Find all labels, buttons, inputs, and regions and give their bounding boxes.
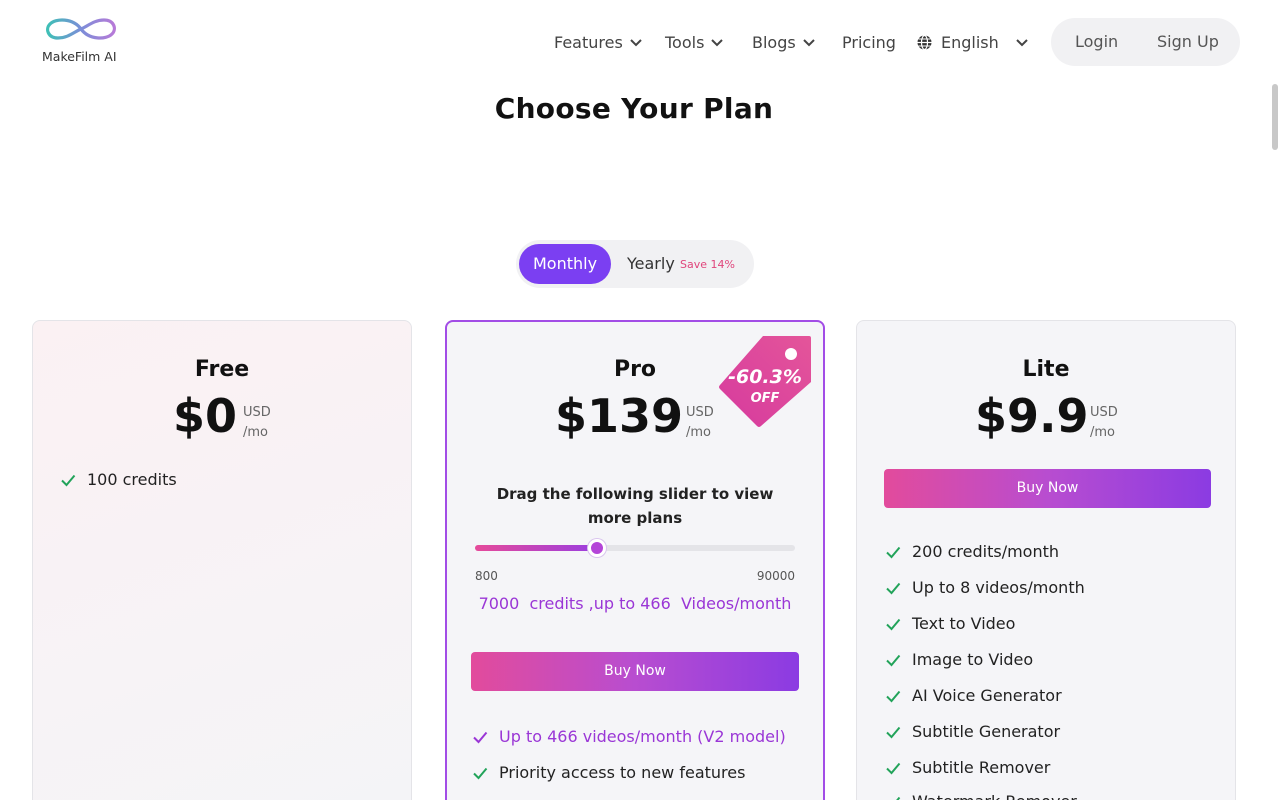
plan-card-pro: Pro $139 USD /mo -60.3% OFF Drag the fol… [445,320,825,800]
slider-min-label: 800 [475,569,498,583]
check-icon [886,690,901,702]
nav-tools[interactable]: Tools [665,30,724,54]
slider-summary: 7000 credits ,up to 466 Videos/month [478,594,792,613]
plan-price: $139 [555,389,684,443]
feature-text: Priority access to new features [499,763,746,782]
price-unit: USD /mo [243,403,271,443]
language-selector[interactable]: English [916,30,1029,54]
price-period: /mo [1090,425,1115,440]
discount-tag: -60.3% OFF [717,334,813,430]
slider-fill [475,545,597,551]
slider-max-label: 90000 [756,569,795,583]
price-block: $9.9 USD /mo [857,389,1235,449]
price-currency: USD [686,405,714,420]
auth-group: Login Sign Up [1051,18,1240,66]
price-currency: USD [1090,405,1118,420]
nav-pricing-label: Pricing [842,32,896,52]
price-period: /mo [686,425,711,440]
feature-item: Subtitle Remover [884,758,1050,777]
feature-item: Watermark Remover [884,792,1077,800]
check-icon [886,762,901,774]
page-scrollbar[interactable] [1272,84,1278,150]
plan-card-lite: Lite $9.9 USD /mo Buy Now 200 credits/mo… [856,320,1236,800]
check-icon [61,474,76,486]
discount-percent: -60.3% [728,366,802,388]
credits-slider[interactable] [475,539,795,557]
check-icon [886,726,901,738]
check-icon [886,654,901,666]
check-icon [886,582,901,594]
slider-title: Drag the following slider to view more p… [496,485,774,527]
feature-item: 100 credits [59,470,177,489]
plan-name: Free [194,357,250,382]
price-unit: USD /mo [686,403,714,443]
chevron-down-icon [1016,39,1028,47]
chevron-down-icon [711,39,724,47]
check-icon [886,546,901,558]
monthly-option[interactable]: Monthly [519,244,611,284]
logo-text: MakeFilm AI [42,49,117,64]
check-icon [895,796,901,800]
feature-text: AI Voice Generator [912,686,1062,705]
chevron-down-icon [630,39,642,47]
nav-blogs-label: Blogs [752,32,796,52]
slider-thumb[interactable] [587,539,606,557]
feature-item: AI Voice Generator [884,686,1062,705]
discount-off: OFF [750,391,780,406]
billing-toggle: Monthly Yearly Save 14% [516,240,754,288]
check-icon [886,618,901,630]
lite-buy-now-button[interactable]: Buy Now [884,469,1211,508]
feature-text: Text to Video [912,614,1016,633]
chevron-down-icon [802,39,815,47]
feature-item: Priority access to new features [471,763,745,782]
yearly-option[interactable]: Yearly [627,254,675,273]
infinity-logo-icon [46,18,116,40]
feature-text: 200 credits/month [912,542,1060,561]
login-button[interactable]: Login [1075,32,1118,51]
feature-item: Text to Video [884,614,1015,633]
price-block: $0 USD /mo [33,389,411,449]
plan-name: Lite [1022,357,1070,382]
feature-item: Image to Video [884,650,1033,669]
price-period: /mo [243,425,268,440]
logo[interactable]: MakeFilm AI [38,14,122,68]
feature-text: Image to Video [912,650,1034,669]
site-header: MakeFilm AI Features Tools Blogs Pricing [0,0,1280,84]
yearly-save-badge: Save 14% [680,258,735,271]
nav-features[interactable]: Features [554,30,643,54]
globe-icon [917,34,932,50]
nav-pricing[interactable]: Pricing [842,30,896,54]
feature-item: Up to 8 videos/month [884,578,1085,597]
nav-features-label: Features [554,32,623,52]
feature-item: Subtitle Generator [884,722,1060,741]
price-unit: USD /mo [1090,403,1118,443]
plan-price: $9.9 [975,389,1089,443]
price-currency: USD [243,405,271,420]
feature-text: Up to 8 videos/month [912,578,1085,597]
check-icon [473,767,488,779]
language-label: English [941,32,999,52]
plan-price: $0 [173,389,238,443]
pro-buy-now-button[interactable]: Buy Now [471,652,799,691]
feature-text: 100 credits [87,470,177,489]
signup-button[interactable]: Sign Up [1157,32,1219,51]
plan-card-free: Free $0 USD /mo 100 credits [32,320,412,800]
feature-text: Watermark Remover [912,792,1077,800]
nav-blogs[interactable]: Blogs [752,30,816,54]
feature-text: Up to 466 videos/month (V2 model) [499,727,786,746]
nav-tools-label: Tools [665,32,705,52]
page-title: Choose Your Plan [494,92,774,125]
feature-item: 200 credits/month [884,542,1059,561]
feature-item: Up to 466 videos/month (V2 model) [471,727,786,746]
feature-text: Subtitle Generator [912,722,1061,741]
check-icon [473,731,488,743]
feature-text: Subtitle Remover [912,758,1051,777]
